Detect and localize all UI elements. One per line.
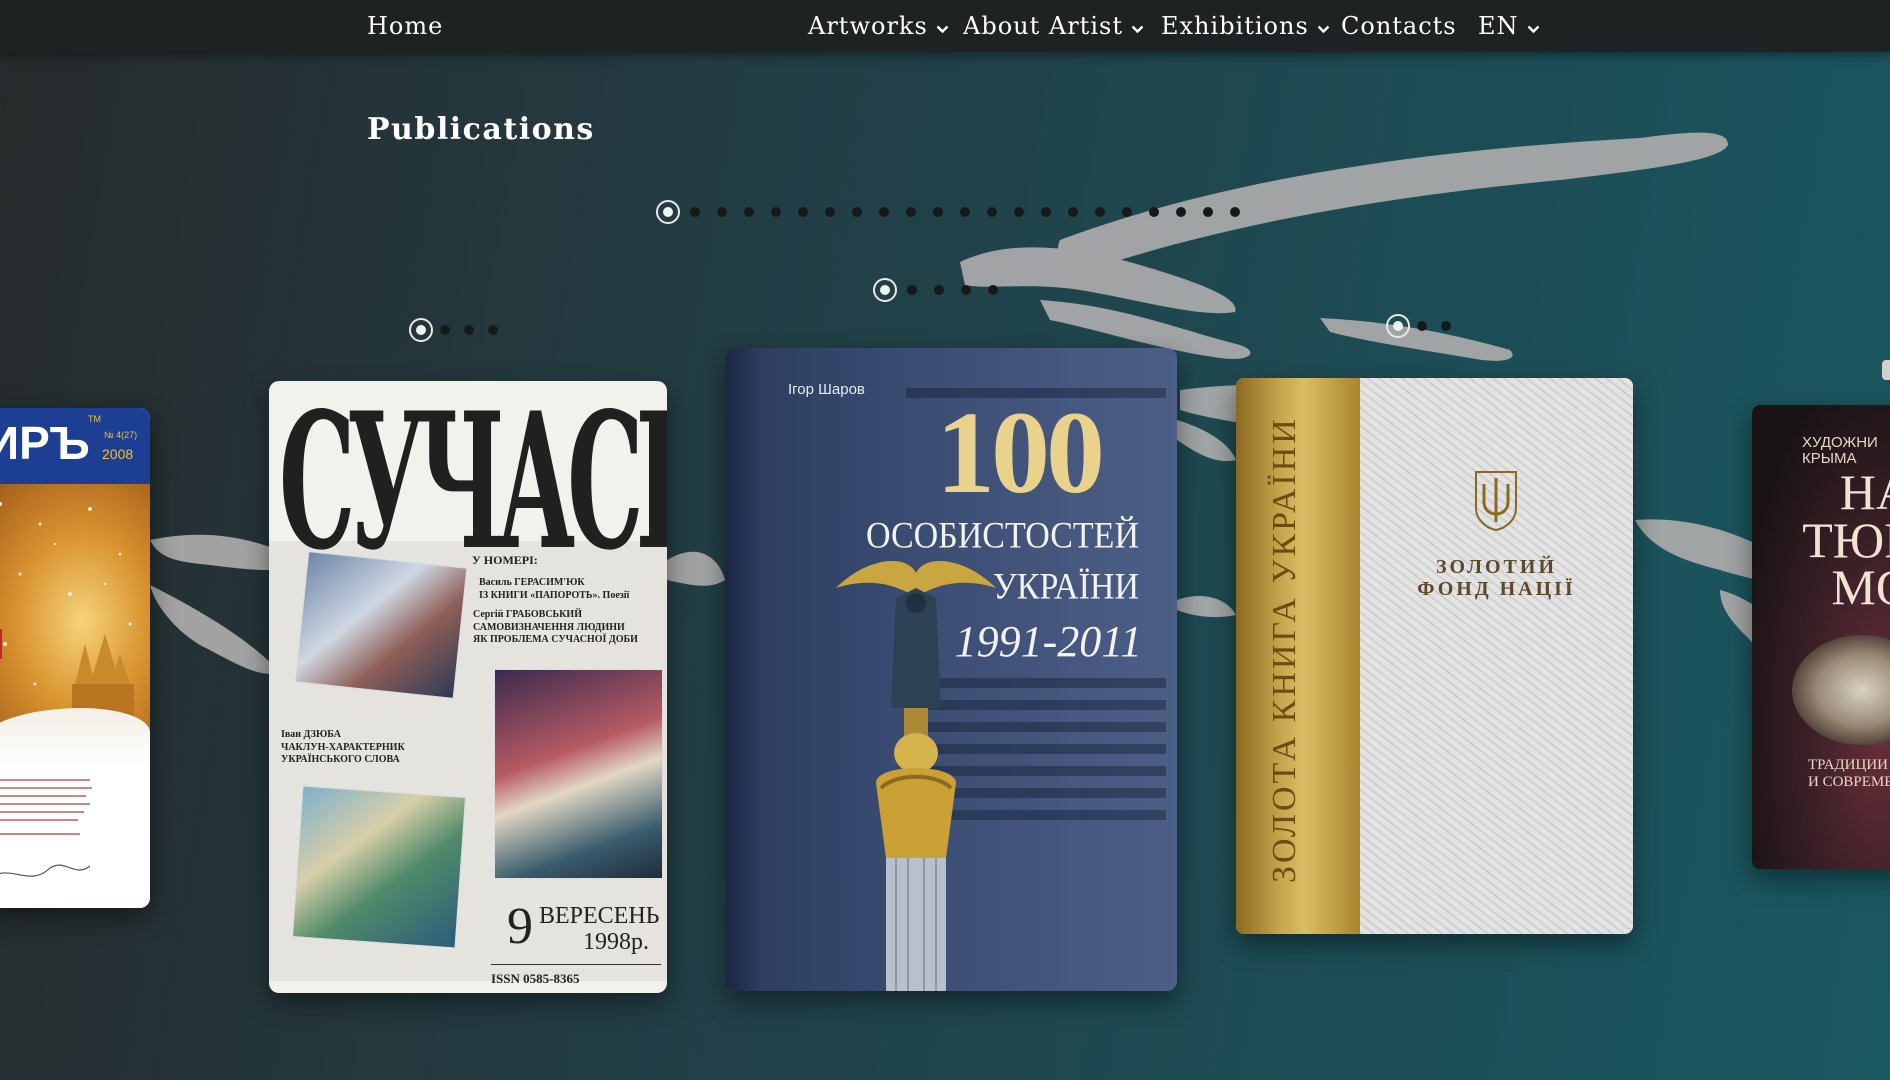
nav-exhibitions-label: Exhibitions <box>1161 12 1309 40</box>
cover-title: ЗОЛОТИЙ ФОНД НАЦІЇ <box>1360 556 1633 600</box>
cover-illustration <box>0 484 150 734</box>
cover-subtitle: ХУДОЖНИ КРЫМА <box>1802 434 1878 467</box>
publication-cover-100-personalities[interactable]: Ігор Шаров 100 ОСОБИСТОСТЕЙ УКРАЇНИ 1991… <box>726 348 1177 991</box>
cover-contents-item: Іван ДЗЮБА ЧАКЛУН-ХАРАКТЕРНИК УКРАЇНСЬКО… <box>281 729 405 765</box>
pager-dot-active[interactable] <box>873 278 897 302</box>
pager-dot[interactable] <box>1417 321 1427 331</box>
cover-title: НА ТЮР МО <box>1802 464 1890 615</box>
cover-month: ВЕРЕСЕНЬ <box>539 903 660 929</box>
top-navigation-bar: Home Artworks About Artist Exhibitions C… <box>0 0 1890 52</box>
pager-dot-active[interactable] <box>1386 314 1410 338</box>
cover-painting-image <box>1792 635 1890 745</box>
chevron-down-icon <box>1131 0 1144 52</box>
pager-dot[interactable] <box>440 325 450 335</box>
cover-year: 1998р. <box>583 929 649 955</box>
pager-dot[interactable] <box>960 207 970 217</box>
cover-year: 2008 <box>102 446 134 462</box>
cover-contents-item: Сергій ГРАБОВСЬКИЙ САМОВИЗНАЧЕННЯ ЛЮДИНИ… <box>473 609 638 645</box>
publication-cover-mir[interactable]: ИРЪ TM № 4(27) 2008 <box>0 408 150 908</box>
pager-dot[interactable] <box>1441 321 1451 331</box>
pager-dot[interactable] <box>1041 207 1051 217</box>
nav-about-artist-label: About Artist <box>963 12 1123 40</box>
cover-tagline: ТРАДИЦИИ И СОВРЕМЕН <box>1808 757 1890 790</box>
pager-dot[interactable] <box>852 207 862 217</box>
next-cover-edge <box>1882 360 1890 380</box>
nav-about-artist-menu[interactable]: About Artist <box>963 0 1144 52</box>
pager-dot[interactable] <box>934 285 944 295</box>
trademark-mark: TM <box>88 414 101 424</box>
cover-divider <box>491 964 661 965</box>
pager-dot[interactable] <box>717 207 727 217</box>
cover-body-text-lines <box>0 779 92 877</box>
publication-cover-suchasnist[interactable]: СУЧАСНІСТЬ У НОМЕРІ: Василь ГЕРАСИМ'ЮК І… <box>269 381 667 993</box>
pager-dot[interactable] <box>744 207 754 217</box>
nav-artworks-menu[interactable]: Artworks <box>808 0 949 52</box>
cover-issue-number: 9 <box>507 898 533 955</box>
pager-dot-active[interactable] <box>656 200 680 224</box>
pager-dot[interactable] <box>464 325 474 335</box>
pager-dot[interactable] <box>1230 207 1240 217</box>
pager-dot[interactable] <box>1122 207 1132 217</box>
pager-dot[interactable] <box>961 285 971 295</box>
pager-dot[interactable] <box>771 207 781 217</box>
pager-dot[interactable] <box>933 207 943 217</box>
chevron-down-icon <box>1527 0 1540 52</box>
cover-author: Ігор Шаров <box>788 381 865 398</box>
cover-painting-image <box>494 669 663 879</box>
pager-dot[interactable] <box>1095 207 1105 217</box>
cover-contents-heading: У НОМЕРІ: <box>472 553 538 567</box>
pager-dot[interactable] <box>798 207 808 217</box>
publication-cover-golden-book[interactable]: ЗОЛОТА КНИГА УКРАЇНИ ЗОЛОТИЙ ФОНД НАЦІЇ <box>1236 378 1633 934</box>
chevron-down-icon <box>936 0 949 52</box>
pager-dot[interactable] <box>879 207 889 217</box>
pager-dot[interactable] <box>1203 207 1213 217</box>
nav-contacts-label: Contacts <box>1341 12 1457 40</box>
cover-title-line-1: ЗОЛОТИЙ <box>1435 556 1558 578</box>
publication-cover-crimea[interactable]: ХУДОЖНИ КРЫМА НА ТЮР МО ТРАДИЦИИ И СОВРЕ… <box>1752 405 1890 869</box>
language-selector[interactable]: EN <box>1478 0 1540 52</box>
cover-issue: № 4(27) <box>104 430 138 440</box>
pager-dot[interactable] <box>987 207 997 217</box>
pager-dot-active[interactable] <box>409 318 433 342</box>
cover-title-number: 100 <box>936 387 1105 518</box>
cover-title-line-1: ОСОБИСТОСТЕЙ <box>865 515 1139 557</box>
pager-dot[interactable] <box>907 285 917 295</box>
pager-dot[interactable] <box>906 207 916 217</box>
chevron-down-icon <box>1317 0 1330 52</box>
pager-dot[interactable] <box>1068 207 1078 217</box>
cover-contents-item: Василь ГЕРАСИМ'ЮК ІЗ КНИГИ «ПАПОРОТЬ». П… <box>479 577 630 601</box>
pager-dot[interactable] <box>1149 207 1159 217</box>
nav-exhibitions-menu[interactable]: Exhibitions <box>1161 0 1330 52</box>
trident-emblem-icon <box>1475 471 1517 532</box>
cover-issn: ISSN 0585-8365 <box>491 971 580 986</box>
cover-painting-image <box>294 550 468 700</box>
pager-dot[interactable] <box>1014 207 1024 217</box>
nav-home-label: Home <box>367 12 444 40</box>
pager-dot[interactable] <box>488 325 498 335</box>
language-label: EN <box>1478 12 1519 40</box>
cover-spine: ЗОЛОТА КНИГА УКРАЇНИ <box>1236 378 1360 934</box>
cover-masthead: ИРЪ TM № 4(27) 2008 <box>0 408 150 484</box>
independence-monument-image <box>836 561 996 991</box>
cover-title: ИРЪ <box>0 417 90 469</box>
cover-title-line-2: ФОНД НАЦІЇ <box>1417 578 1576 600</box>
cover-painting-image <box>291 785 467 949</box>
nav-artworks-label: Artworks <box>808 12 928 40</box>
nav-contacts-link[interactable]: Contacts <box>1341 0 1457 52</box>
pager-dot[interactable] <box>825 207 835 217</box>
pager-dot[interactable] <box>690 207 700 217</box>
cover-snow-area <box>0 708 150 768</box>
pager-dot[interactable] <box>988 285 998 295</box>
nav-home-link[interactable]: Home <box>367 0 443 52</box>
cover-spine-title: ЗОЛОТА КНИГА УКРАЇНИ <box>1266 416 1303 883</box>
pager-dot[interactable] <box>1176 207 1186 217</box>
cover-title: СУЧАСНІСТЬ <box>279 381 667 592</box>
